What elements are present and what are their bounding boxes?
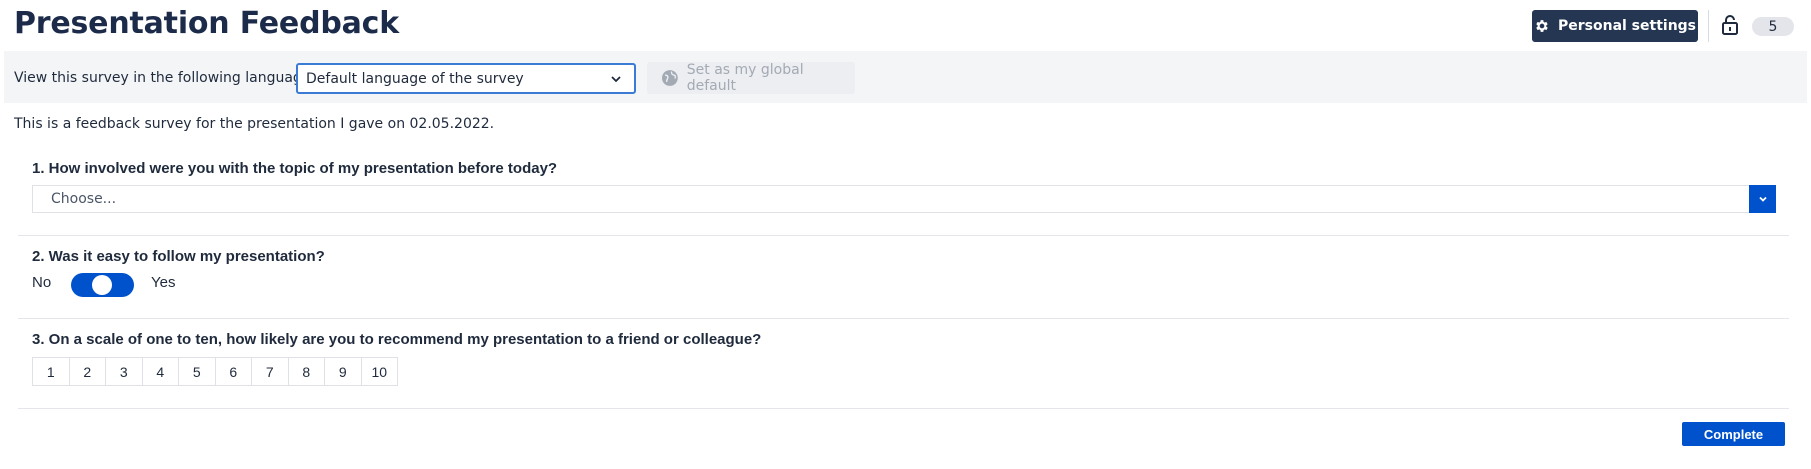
globe-icon [661, 70, 678, 86]
header-divider [1708, 10, 1709, 42]
scale-option[interactable]: 2 [68, 357, 106, 386]
count-badge: 5 [1752, 17, 1794, 36]
language-select[interactable]: Default language of the survey [296, 63, 636, 94]
set-global-default-label: Set as my global default [686, 62, 804, 94]
question-1-placeholder: Choose... [51, 191, 117, 207]
page-title: Presentation Feedback [14, 6, 400, 41]
question-2-toggle[interactable] [71, 273, 134, 297]
toggle-yes-label: Yes [151, 274, 176, 291]
scale-option[interactable]: 6 [214, 357, 252, 386]
scale-option[interactable]: 4 [141, 357, 179, 386]
question-1-dropdown[interactable]: Choose... [32, 185, 1776, 213]
survey-intro: This is a feedback survey for the presen… [14, 116, 495, 132]
scale-option[interactable]: 9 [324, 357, 362, 386]
scale-option[interactable]: 3 [105, 357, 143, 386]
scale-option[interactable]: 1 [32, 357, 70, 386]
scale-option[interactable]: 7 [251, 357, 289, 386]
personal-settings-button[interactable]: Personal settings [1532, 10, 1698, 42]
language-select-value: Default language of the survey [306, 70, 524, 87]
unlock-icon[interactable] [1721, 14, 1739, 36]
dropdown-toggle-button[interactable] [1749, 185, 1776, 213]
divider [18, 235, 1789, 236]
personal-settings-label: Personal settings [1557, 18, 1697, 34]
scale-option[interactable]: 10 [360, 357, 398, 386]
language-label: View this survey in the following langua… [14, 70, 316, 86]
question-1-label: 1. How involved were you with the topic … [32, 160, 558, 177]
complete-button[interactable]: Complete [1682, 422, 1785, 446]
chevron-down-icon [611, 76, 621, 83]
set-global-default-button[interactable]: Set as my global default [647, 62, 855, 94]
question-3-scale: 1 2 3 4 5 6 7 8 9 10 [32, 357, 398, 386]
scale-option[interactable]: 8 [287, 357, 325, 386]
scale-option[interactable]: 5 [178, 357, 216, 386]
divider [18, 408, 1789, 409]
gear-icon [1536, 20, 1548, 32]
chevron-down-icon [1758, 196, 1767, 202]
question-2-label: 2. Was it easy to follow my presentation… [32, 248, 325, 265]
question-3-label: 3. On a scale of one to ten, how likely … [32, 331, 762, 348]
divider [18, 318, 1789, 319]
toggle-knob[interactable] [92, 275, 112, 295]
toggle-no-label: No [32, 274, 52, 291]
